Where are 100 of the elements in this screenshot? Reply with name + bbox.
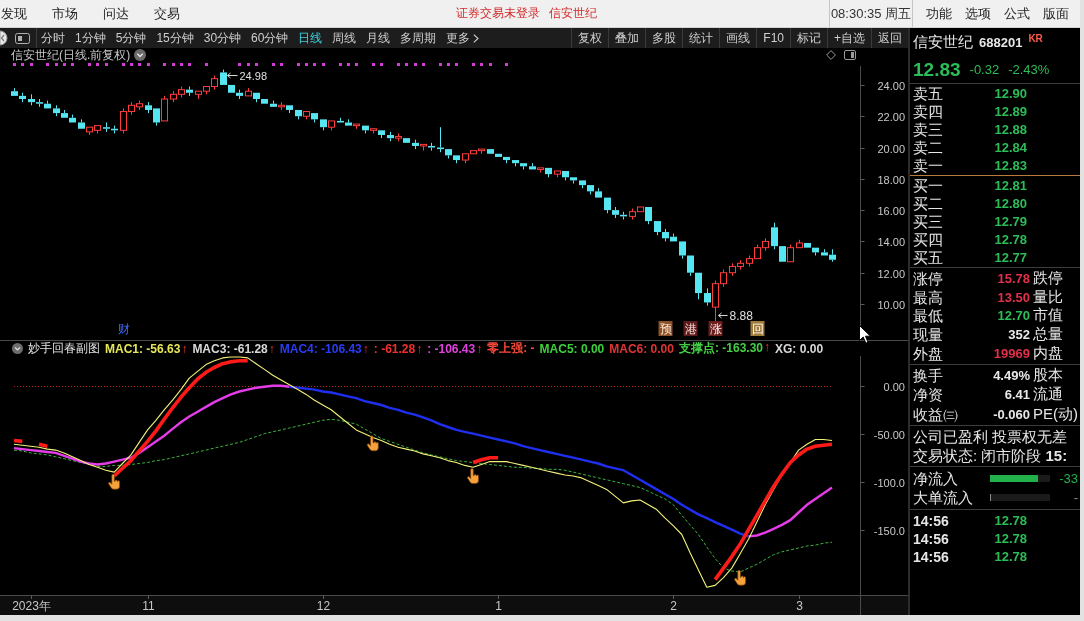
flow-value: -33 [1058,470,1078,486]
indicator-readout: XG: 0.00 [775,341,824,356]
stat-label: 总量 [1032,325,1064,345]
bid-level-label: 买三 [913,212,944,230]
axis-label: 12.00 [877,267,905,280]
clock: 08:30:35 周五 [829,0,913,27]
stat-value: 19969 [992,346,1030,362]
stat-value: 4.49% [992,368,1030,384]
toolbar-button[interactable]: 标记 [790,28,827,48]
menu-item[interactable]: 市场 [52,4,78,23]
diamond-icon[interactable] [826,50,836,60]
stat-label: 净资 [913,386,944,404]
low-price-label: 8.88 [729,308,753,323]
ask-price: 12.89 [993,104,1027,120]
menu-item[interactable]: 交易 [154,4,180,23]
indicator-readout: MAC3: -61.28 [192,341,268,356]
stat-label: PE(动) [1032,404,1079,424]
toolbar-button[interactable]: 多股 [645,28,683,48]
stat-label: 内盘 [1032,344,1064,364]
tick-time: 14:56 [913,548,950,565]
trend-arrow: ↑ [268,341,275,356]
period-tab[interactable]: 60分钟 [251,29,289,47]
date-label: 3 [796,599,803,613]
toolbar-button[interactable]: 叠加 [608,28,646,48]
event-tag[interactable]: 涨 [708,321,723,336]
ask-level-label: 卖四 [913,103,944,121]
chevron-right-icon [473,33,480,43]
stat-label: 流通 [1032,385,1064,405]
panel-toggle-icon[interactable] [15,32,30,44]
axis-label: -150.0 [873,524,905,537]
date-label: 2 [670,599,677,613]
toolbar-button[interactable]: 返回 [871,28,908,48]
period-tab[interactable]: 1分钟 [75,29,106,47]
event-tag[interactable]: 港 [683,321,698,336]
period-tab[interactable]: 多周期 [400,29,437,47]
info-text: 交易状态: 闭市阶段 15: [913,445,1069,465]
stat-label: 现量 [913,326,944,344]
more-button[interactable]: 更多 [446,29,480,47]
period-tab[interactable]: 5分钟 [115,29,147,47]
axis-label: 24.00 [877,79,905,92]
stock-name-notice: 信安世纪 [549,5,597,22]
date-label: 1 [495,599,502,613]
period-tab[interactable]: 分时 [41,29,65,47]
period-tab[interactable]: 日线 [298,29,323,47]
toolbar-button[interactable]: F10 [756,28,790,48]
period-tab[interactable]: 30分钟 [203,29,242,47]
login-notice: 证券交易未登录 [456,5,540,22]
stock-name: 信安世纪 [913,32,973,52]
axis-label: 14.00 [877,235,905,248]
event-tag[interactable]: 回 [750,321,765,336]
bid-price: 12.79 [993,213,1027,229]
period-tab[interactable]: 月线 [366,29,391,47]
ask-level-label: 卖一 [913,156,944,174]
period-tab[interactable]: 15分钟 [156,29,194,47]
event-tag[interactable]: 预 [658,321,673,336]
stat-label: 外盘 [913,345,944,363]
menu-item[interactable]: 问达 [103,4,129,23]
stat-label: 跌停 [1032,268,1064,288]
event-tag[interactable]: 财 [117,322,130,336]
menu-item[interactable]: 功能 [926,4,952,23]
ask-price: 12.83 [993,157,1027,173]
tick-time: 14:56 [913,512,950,529]
bid-level-label: 买五 [913,248,944,266]
panel-toggle-icon[interactable] [844,50,856,60]
bid-level-label: 买一 [913,177,944,195]
toolbar-button[interactable]: 复权 [571,28,609,48]
bid-price: 12.78 [993,231,1027,247]
trend-arrow: ↑ [764,340,770,356]
menu-item[interactable]: 选项 [965,4,991,23]
axis-label: 22.00 [877,110,905,123]
menu-item[interactable]: 版面 [1043,4,1069,23]
indicator-readout: : -61.28 [373,341,416,356]
chevron-down-circle-icon[interactable] [134,49,147,61]
indicator-readout: 零上强: - [487,340,535,357]
ask-level-label: 卖二 [913,138,944,156]
stat-label: 股本 [1032,366,1064,386]
toolbar-button[interactable]: 画线 [719,28,757,48]
stat-value: 352 [1007,327,1030,343]
stat-value: 6.41 [1003,387,1030,403]
high-price-label: 24.98 [239,69,268,82]
bid-price: 12.77 [993,249,1027,265]
period-tab[interactable]: 周线 [332,29,357,47]
menu-item[interactable]: 公式 [1004,4,1030,23]
axis-label: 18.00 [877,173,905,186]
date-label: 11 [142,599,155,613]
ask-level-label: 卖三 [913,121,944,138]
stock-code: 688201 [979,34,1023,50]
chevron-down-circle-icon[interactable] [12,343,23,354]
toolbar-button[interactable]: 统计 [682,28,720,48]
axis-label: 10.00 [877,298,905,311]
menu-item[interactable]: 发现 [1,4,27,23]
indicator-readout: 支撑点: -163.30 [678,340,763,357]
circle-chevron-icon[interactable] [0,30,8,46]
toolbar-button[interactable]: +自选 [827,28,871,48]
stat-value: 15.78 [996,270,1030,286]
market-tag: KR [1028,32,1043,44]
bid-level-label: 买四 [913,230,944,248]
flow-label: 大单流入 [913,488,974,506]
date-label: 2023年 [12,599,51,613]
arrow-left-icon [718,312,728,319]
